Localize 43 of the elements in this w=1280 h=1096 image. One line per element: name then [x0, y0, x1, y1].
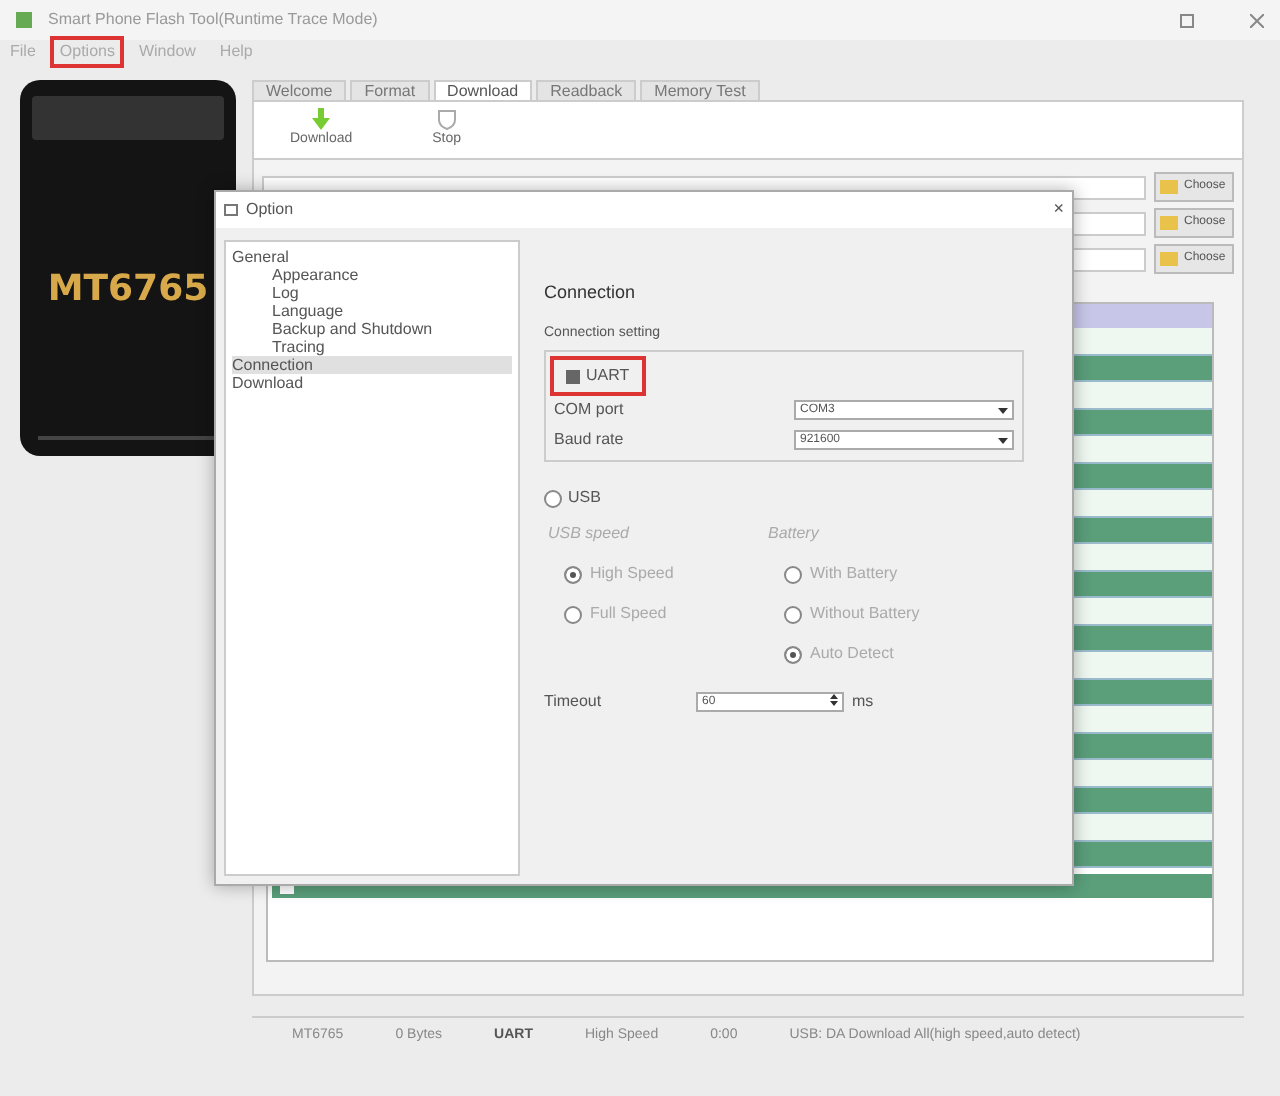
dialog-icon — [224, 204, 238, 216]
field-label: COM port — [554, 398, 626, 422]
tree-item[interactable]: Download — [232, 374, 512, 392]
group-label: USB speed — [548, 522, 631, 546]
app-icon — [16, 12, 32, 28]
unit-label: ms — [852, 690, 874, 714]
tree-item[interactable]: Language — [232, 302, 512, 320]
tab[interactable]: Readback — [536, 80, 637, 100]
radio-button[interactable] — [784, 645, 802, 663]
maximize-icon[interactable] — [1180, 13, 1194, 27]
tree-item[interactable]: Connection — [232, 356, 512, 374]
radio-button[interactable] — [544, 489, 562, 507]
chip-label: MT6765 — [47, 265, 209, 313]
uart-checkbox[interactable]: UART — [554, 360, 642, 392]
radio-button[interactable] — [564, 565, 582, 583]
download-arrow-icon — [312, 108, 331, 131]
tree-item[interactable]: General — [232, 248, 512, 266]
close-button[interactable]: × — [1053, 196, 1064, 224]
tree-item[interactable]: Log — [232, 284, 512, 302]
radio-button[interactable] — [784, 605, 802, 623]
section-heading: Connection — [544, 280, 638, 306]
tab[interactable]: Format — [350, 80, 430, 100]
field-label: Baud rate — [554, 428, 626, 452]
folder-icon — [1160, 252, 1178, 266]
checkbox[interactable] — [566, 369, 580, 383]
tab[interactable]: Download — [433, 80, 533, 100]
close-icon[interactable] — [1250, 13, 1264, 27]
tree-item[interactable]: Backup and Shutdown — [232, 320, 512, 338]
folder-icon — [1160, 216, 1178, 230]
radio-button[interactable] — [784, 565, 802, 583]
usb-radio[interactable]: USB — [544, 486, 1024, 510]
tree-item[interactable]: Appearance — [232, 266, 512, 284]
group-label: Battery — [768, 522, 822, 546]
field-label: Timeout — [544, 690, 604, 714]
folder-icon — [1160, 180, 1178, 194]
tab[interactable]: Memory Test — [640, 80, 760, 100]
window-title: Smart Phone Flash Tool(Runtime Trace Mode) — [48, 8, 378, 32]
spin-icon — [830, 694, 838, 706]
shield-icon — [437, 109, 456, 130]
radio-button[interactable] — [564, 605, 582, 623]
tree-item[interactable]: Tracing — [232, 338, 512, 356]
dialog-title: Option — [246, 198, 294, 222]
tab[interactable]: Welcome — [252, 80, 347, 100]
